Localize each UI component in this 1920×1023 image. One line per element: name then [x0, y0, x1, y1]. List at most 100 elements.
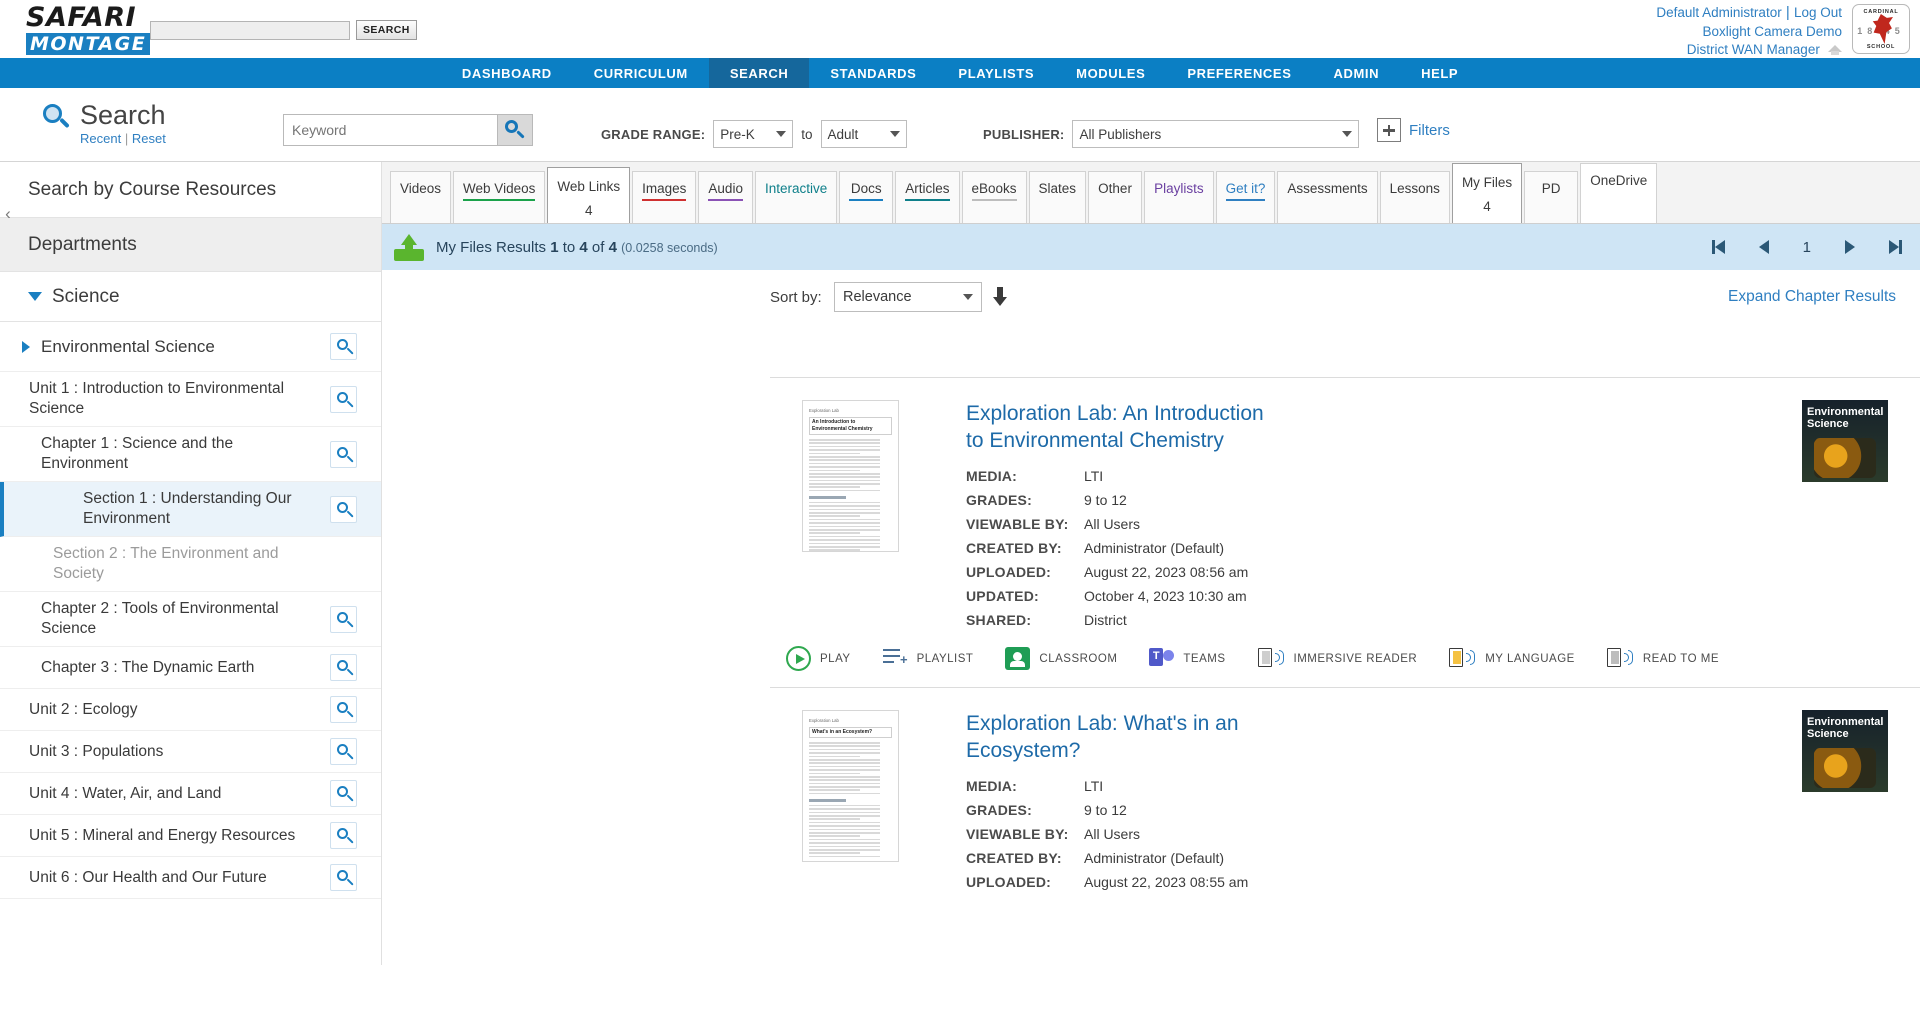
document-thumbnail[interactable]: Exploration Lab An Introduction to Enviro…: [802, 400, 899, 552]
keyword-input[interactable]: [283, 114, 498, 146]
tab-audio[interactable]: Audio: [698, 171, 753, 223]
tree-search-icon[interactable]: [330, 605, 357, 633]
publisher-select[interactable]: All Publishers: [1072, 120, 1360, 148]
action-teams[interactable]: T TEAMS: [1149, 647, 1225, 670]
reset-link[interactable]: Reset: [132, 131, 166, 146]
tab-pd[interactable]: PD: [1524, 171, 1579, 223]
metadata-key: SHARED:: [966, 612, 1032, 628]
keyword-search-button[interactable]: [498, 114, 533, 146]
tab-articles[interactable]: Articles: [895, 171, 960, 223]
recent-link[interactable]: Recent: [80, 131, 121, 146]
tree-item[interactable]: Chapter 1 : Science and the Environment: [0, 427, 381, 482]
tree-item[interactable]: Unit 2 : Ecology: [0, 689, 381, 731]
tree-search-icon[interactable]: [330, 495, 357, 523]
nav-item-dashboard[interactable]: DASHBOARD: [441, 58, 573, 88]
header-search-input[interactable]: [150, 20, 350, 40]
sidebar-item-science[interactable]: Science: [0, 272, 381, 322]
results-summary-bar: My Files Results 1 to 4 of 4 (0.0258 sec…: [382, 224, 1920, 270]
tree-search-icon[interactable]: [330, 654, 357, 681]
logout-link[interactable]: Log Out: [1794, 5, 1842, 20]
prev-page-button[interactable]: [1758, 240, 1769, 254]
nav-item-playlists[interactable]: PLAYLISTS: [937, 58, 1055, 88]
organization-link[interactable]: Boxlight Camera Demo: [1702, 24, 1842, 39]
tab-underline: [463, 199, 536, 201]
action-play[interactable]: PLAY: [786, 646, 851, 671]
sort-by-select[interactable]: Relevance: [834, 282, 982, 312]
result-title-link[interactable]: Exploration Lab: An Introduction to Envi…: [966, 400, 1266, 454]
tab-label: Docs: [850, 181, 882, 196]
next-page-button[interactable]: [1845, 240, 1855, 254]
metadata-key: VIEWABLE BY:: [966, 826, 1069, 842]
tree-item[interactable]: Unit 3 : Populations: [0, 731, 381, 773]
thumbnail-heading: An Introduction to Environmental Chemist…: [809, 417, 892, 435]
expand-chapter-results-link[interactable]: Expand Chapter Results: [1728, 288, 1896, 306]
tree-item[interactable]: Unit 4 : Water, Air, and Land: [0, 773, 381, 815]
tree-search-icon[interactable]: [330, 385, 357, 413]
action-read-to-me[interactable]: READ TO ME: [1606, 647, 1719, 670]
tree-search-icon[interactable]: [330, 696, 357, 723]
tab-playlists[interactable]: Playlists: [1144, 171, 1214, 223]
publisher-cover-thumbnail[interactable]: Environmental Science: [1802, 400, 1888, 482]
nav-item-preferences[interactable]: PREFERENCES: [1166, 58, 1312, 88]
role-link[interactable]: District WAN Manager: [1687, 42, 1820, 57]
tree-item[interactable]: Chapter 2 : Tools of Environmental Scien…: [0, 592, 381, 647]
grade-to-select[interactable]: Adult: [820, 120, 907, 148]
sort-direction-button[interactable]: [993, 287, 1007, 307]
current-page-number[interactable]: 1: [1803, 239, 1811, 256]
tree-search-icon[interactable]: [330, 440, 357, 468]
tab-slates[interactable]: Slates: [1028, 171, 1087, 223]
metadata-key: GRADES:: [966, 802, 1032, 818]
publisher-cover-thumbnail[interactable]: Environmental Science: [1802, 710, 1888, 792]
tab-lessons[interactable]: Lessons: [1379, 171, 1450, 223]
tree-item[interactable]: Section 1 : Understanding Our Environmen…: [0, 482, 381, 537]
last-page-button[interactable]: [1889, 240, 1902, 254]
sidebar-collapse-toggle[interactable]: ‹: [0, 192, 16, 236]
tree-item[interactable]: Chapter 3 : The Dynamic Earth: [0, 647, 381, 689]
tab-ebooks[interactable]: eBooks: [961, 171, 1027, 223]
header-search-button[interactable]: SEARCH: [356, 20, 417, 40]
nav-item-search[interactable]: SEARCH: [708, 58, 810, 88]
tab-web-links[interactable]: Web Links 4: [547, 167, 631, 223]
tree-item[interactable]: Unit 5 : Mineral and Energy Resources: [0, 815, 381, 857]
user-name-link[interactable]: Default Administrator: [1656, 5, 1781, 20]
tab-images[interactable]: Images: [632, 171, 697, 223]
school-logo-bottom-text: SCHOOL: [1866, 44, 1896, 50]
tree-item[interactable]: Section 2 : The Environment and Society: [0, 537, 381, 592]
tree-search-icon[interactable]: [330, 864, 357, 891]
tab-onedrive[interactable]: OneDrive: [1580, 163, 1658, 223]
home-icon[interactable]: [1828, 44, 1842, 55]
sidebar-item-departments[interactable]: Departments: [0, 218, 381, 272]
tab-assessments[interactable]: Assessments: [1277, 171, 1378, 223]
tab-underline: [1225, 199, 1266, 201]
tree-search-icon[interactable]: [330, 738, 357, 765]
filters-button[interactable]: Filters: [1377, 118, 1450, 142]
action-label: TEAMS: [1183, 652, 1226, 665]
tab-my-files[interactable]: My Files 4: [1451, 163, 1523, 223]
action-playlist[interactable]: + PLAYLIST: [882, 647, 974, 670]
action-my-language[interactable]: MY LANGUAGE: [1449, 647, 1575, 670]
nav-item-modules[interactable]: MODULES: [1055, 58, 1166, 88]
nav-item-help[interactable]: HELP: [1400, 58, 1479, 88]
tab-interactive[interactable]: Interactive: [754, 171, 838, 223]
publisher-value: All Publishers: [1079, 126, 1162, 142]
nav-item-admin[interactable]: ADMIN: [1312, 58, 1400, 88]
nav-item-standards[interactable]: STANDARDS: [809, 58, 937, 88]
grade-from-select[interactable]: Pre-K: [713, 120, 794, 148]
tab-web-videos[interactable]: Web Videos: [453, 171, 546, 223]
tree-item[interactable]: Unit 1 : Introduction to Environmental S…: [0, 372, 381, 427]
first-page-button[interactable]: [1711, 240, 1725, 254]
tree-search-icon[interactable]: [330, 780, 357, 807]
action-classroom[interactable]: CLASSROOM: [1005, 647, 1117, 670]
tab-videos[interactable]: Videos: [390, 171, 452, 223]
document-thumbnail[interactable]: Exploration Lab What's in an Ecosystem?: [802, 710, 899, 862]
tree-search-icon[interactable]: [330, 822, 357, 849]
tree-item-course[interactable]: Environmental Science: [0, 322, 381, 372]
tree-search-icon[interactable]: [330, 333, 357, 360]
tab-other[interactable]: Other: [1088, 171, 1143, 223]
nav-item-curriculum[interactable]: CURRICULUM: [573, 58, 709, 88]
tab-get-it[interactable]: Get it?: [1215, 171, 1276, 223]
result-title-link[interactable]: Exploration Lab: What's in an Ecosystem?: [966, 710, 1266, 764]
tab-docs[interactable]: Docs: [839, 171, 894, 223]
action-immersive-reader[interactable]: IMMERSIVE READER: [1257, 647, 1418, 670]
tree-item[interactable]: Unit 6 : Our Health and Our Future: [0, 857, 381, 899]
